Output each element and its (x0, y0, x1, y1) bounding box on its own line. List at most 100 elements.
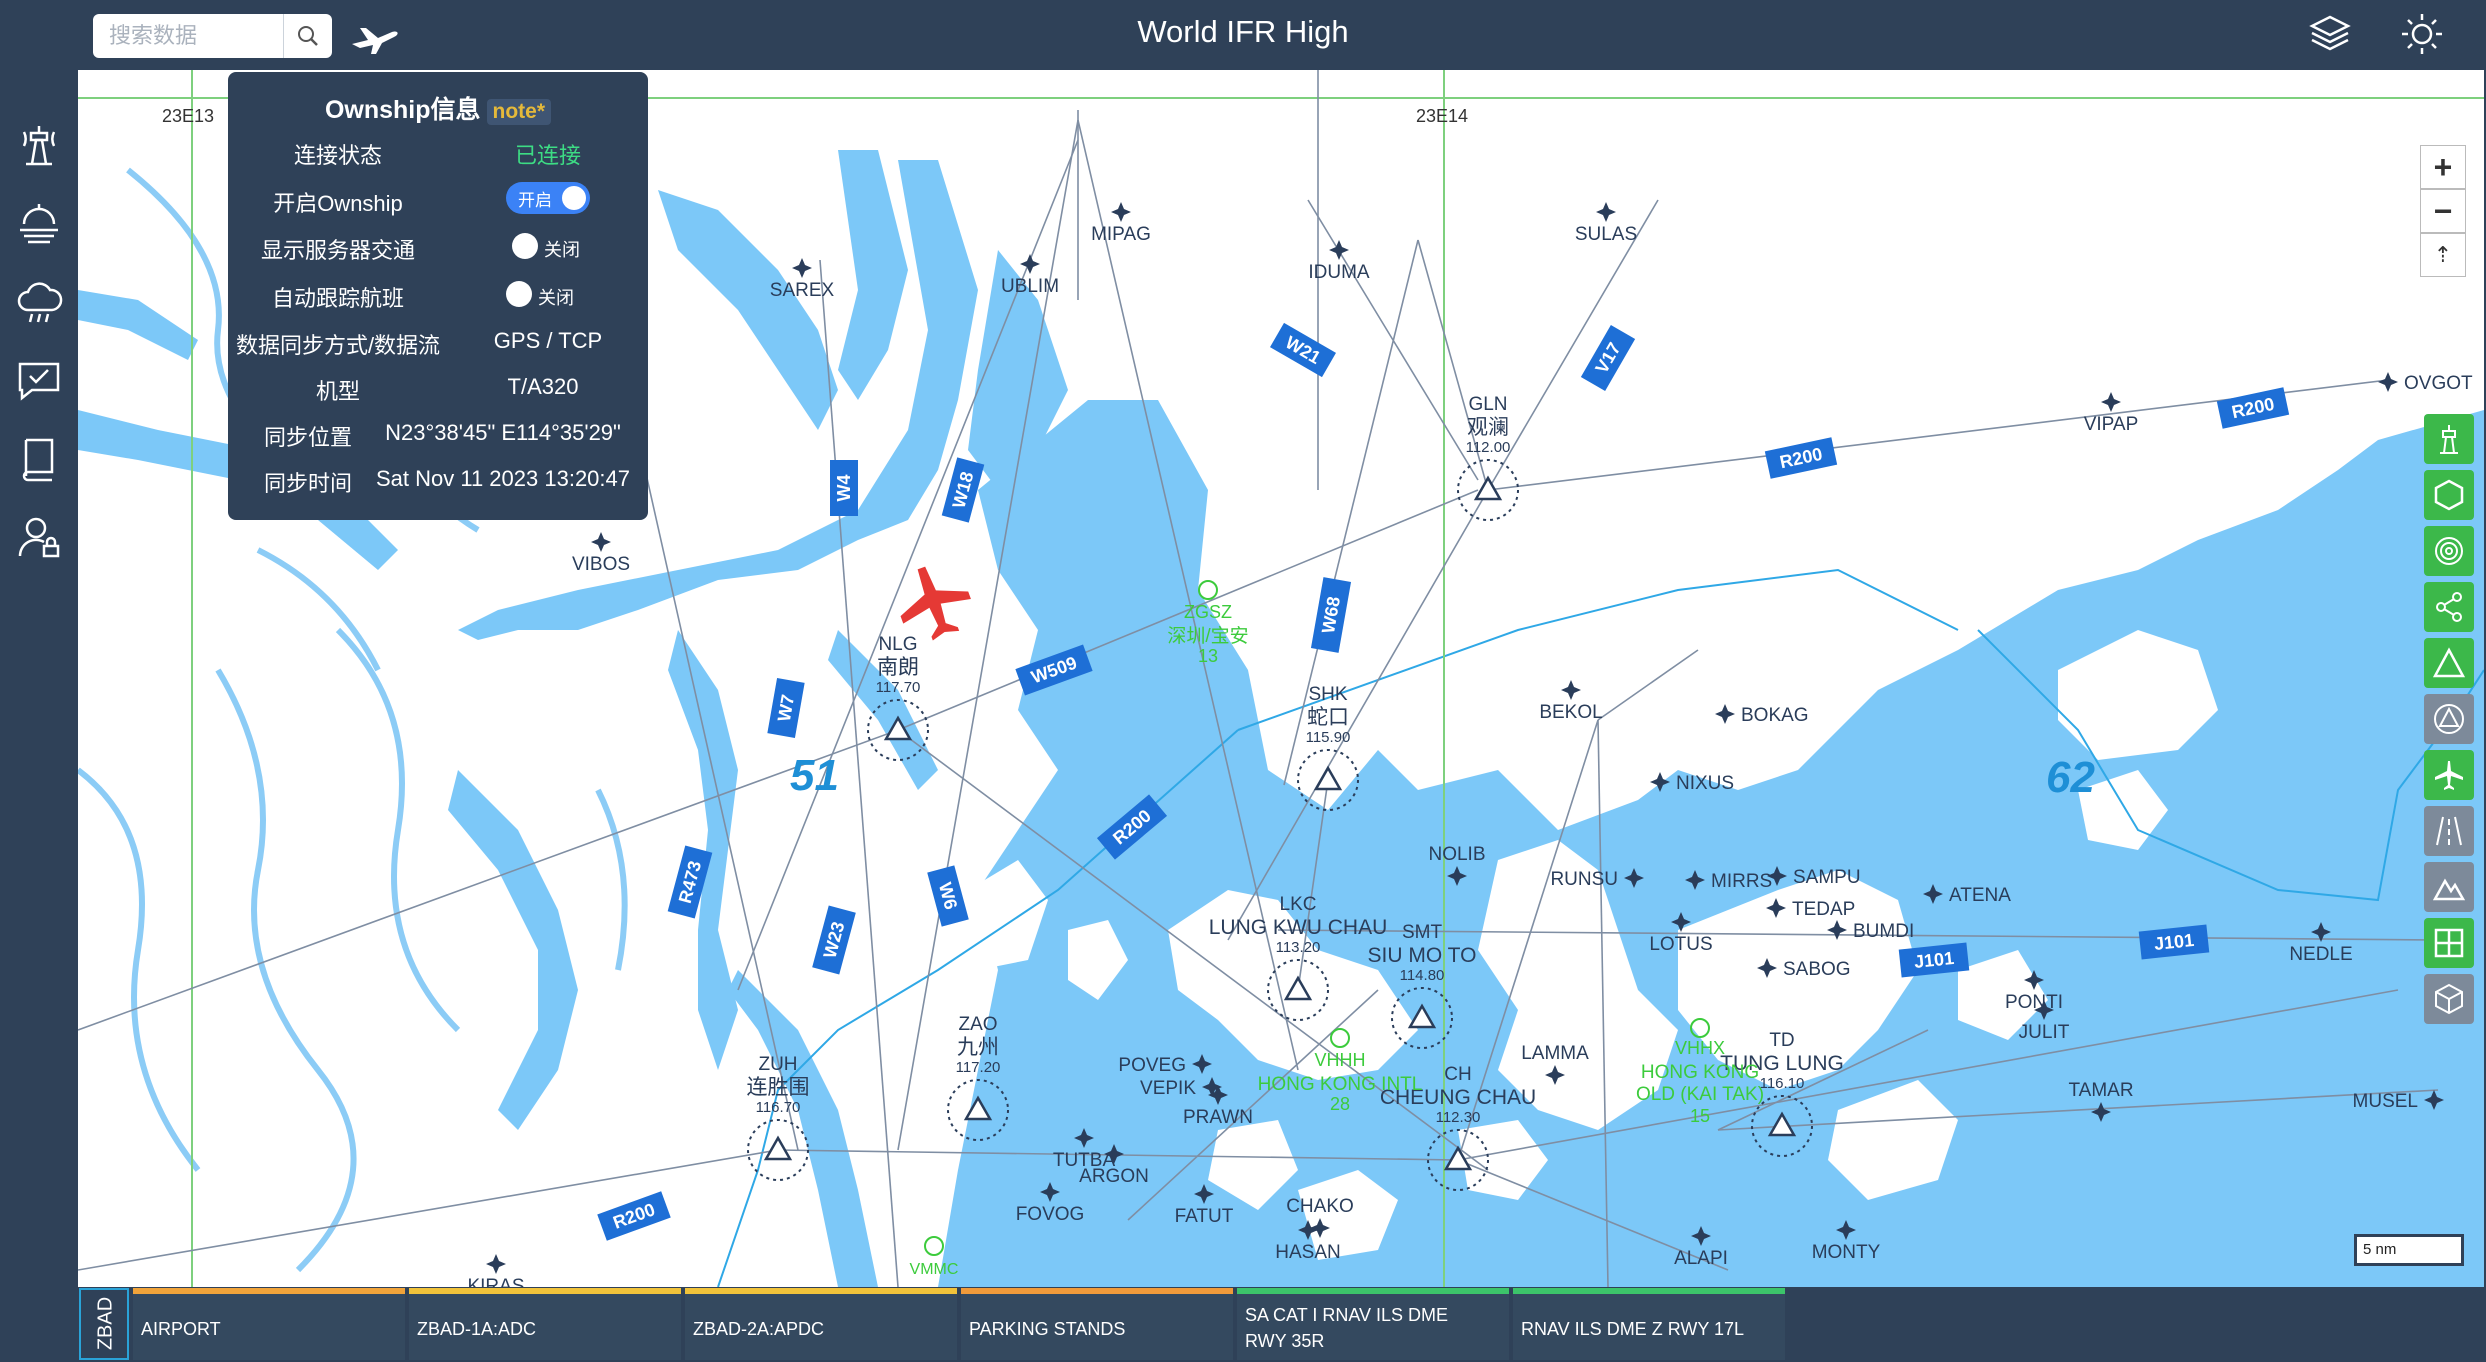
hexagon-icon (2434, 479, 2464, 511)
fix-label-fovog: FOVOG (1016, 1204, 1085, 1225)
fix-label-mipag: MIPAG (1091, 224, 1151, 245)
tool-3d[interactable] (2424, 974, 2474, 1024)
tab-adc[interactable]: ZBAD-1A:ADC (409, 1288, 681, 1360)
navaid-zao-label-0: ZAO (958, 1014, 997, 1035)
fix-bekol-icon[interactable] (1561, 680, 1581, 700)
flight-button[interactable] (346, 14, 402, 58)
toggle-knob (512, 233, 538, 259)
navaid-lkc-label-0: LKC (1280, 894, 1317, 915)
tab-label-line2: RWY 35R (1245, 1331, 1325, 1351)
fix-label-ponti: PONTI (2005, 992, 2063, 1013)
airport-code: ZBAD (94, 1296, 117, 1351)
tool-terrain[interactable] (2424, 862, 2474, 912)
theme-button[interactable] (2398, 10, 2446, 58)
sun-icon (2402, 14, 2442, 54)
circle-triangle-icon (2434, 704, 2464, 734)
search-button[interactable] (283, 14, 332, 58)
layers-button[interactable] (2308, 12, 2352, 56)
sidebar-item-user[interactable] (14, 512, 64, 562)
fix-label-mirrs: MIRRS (1711, 871, 1772, 892)
airport-ZGSZ-id: ZGSZ (1184, 602, 1232, 622)
tool-triangle[interactable] (2424, 638, 2474, 688)
ownship-title-text: Ownship信息 (324, 96, 481, 124)
navaid-shk-label-0: SHK (1308, 684, 1347, 705)
sidebar-item-tower[interactable] (14, 120, 64, 170)
airport-VHHH-num: 28 (1330, 1094, 1350, 1114)
tab-apdc[interactable]: ZBAD-2A:APDC (685, 1288, 957, 1360)
fix-ublim-icon[interactable] (1020, 254, 1040, 274)
navaid-td-label-0: TD (1769, 1030, 1794, 1051)
fix-vipap-icon[interactable] (2101, 392, 2121, 412)
fix-label-sarex: SAREX (770, 280, 835, 301)
tab-label: ZBAD-1A:ADC (417, 1319, 537, 1339)
sync-mode-value: GPS / TCP (493, 328, 603, 353)
navaid-smt-label-1: SIU MO TO (1368, 944, 1477, 967)
top-bar: World IFR High (0, 0, 2486, 70)
fix-label-sampu: SAMPU (1793, 867, 1861, 888)
navaid-zao-label-1: 九州 (957, 1036, 999, 1059)
tab-color-bar (1513, 1288, 1785, 1294)
fix-vibos-icon[interactable] (591, 532, 611, 552)
tower-icon (2440, 425, 2458, 454)
row-label: 同步时间 (263, 471, 352, 496)
user-icon (18, 517, 60, 558)
fix-label-vibos: VIBOS (572, 554, 630, 575)
fix-kiras-icon[interactable] (486, 1254, 506, 1274)
tab-color-bar (1237, 1288, 1509, 1294)
navaid-gln-label-0: GLN (1468, 394, 1507, 415)
weather-icon (20, 204, 58, 244)
row-sync-mode: 数据同步方式/数据流 GPS / TCP (228, 328, 648, 368)
sidebar-item-messages[interactable] (14, 356, 64, 406)
fix-bokag-icon[interactable] (1715, 704, 1735, 724)
toggle-text: 关闭 (544, 240, 580, 260)
sidebar-item-weather[interactable] (14, 200, 64, 250)
tool-target[interactable] (2424, 526, 2474, 576)
navaid-zuh-label-2: 116.70 (756, 1099, 801, 1116)
tab-label-line1: SA CAT I RNAV ILS DME (1245, 1305, 1449, 1325)
tool-vor[interactable] (2424, 694, 2474, 744)
ownship-toggle[interactable]: 开启 (506, 182, 590, 214)
cube-icon (2435, 983, 2463, 1015)
fix-label-musel: MUSEL (2353, 1091, 2418, 1112)
fix-sarex-icon[interactable] (792, 258, 812, 278)
tab-ils-35r[interactable]: SA CAT I RNAV ILS DME RWY 35R (1237, 1288, 1509, 1360)
row-label: 机型 (315, 379, 360, 404)
fix-ovgot-icon[interactable] (2378, 372, 2398, 392)
toggle-text: 开启 (518, 191, 552, 210)
tool-grid[interactable] (2424, 918, 2474, 968)
tool-share[interactable] (2424, 582, 2474, 632)
server-traffic-toggle[interactable]: 关闭 (512, 233, 602, 263)
tool-airplane[interactable] (2424, 750, 2474, 800)
airport-code-tab[interactable]: ZBAD (79, 1288, 129, 1360)
tab-ils-17l[interactable]: RNAV ILS DME Z RWY 17L (1513, 1288, 1785, 1360)
auto-track-toggle[interactable]: 关闭 (506, 281, 596, 311)
fix-sulas-icon[interactable] (1596, 202, 1616, 222)
fix-label-lotus: LOTUS (1649, 934, 1712, 955)
fix-label-alapi: ALAPI (1674, 1248, 1728, 1269)
sidebar-item-documents[interactable] (14, 434, 64, 484)
tool-tower[interactable] (2424, 414, 2474, 464)
reset-north-button[interactable]: ⇡ (2420, 233, 2466, 277)
search-input[interactable] (93, 14, 283, 58)
note-badge[interactable]: note* (486, 99, 552, 125)
tab-parking-stands[interactable]: PARKING STANDS (961, 1288, 1233, 1360)
runway-icon (2436, 816, 2462, 846)
tool-hexagon[interactable] (2424, 470, 2474, 520)
search-icon (298, 26, 318, 46)
tab-airport[interactable]: AIRPORT (133, 1288, 405, 1360)
zoom-out-button[interactable]: − (2420, 189, 2466, 233)
fix-mipag-icon[interactable] (1111, 202, 1131, 222)
navaid-zuh-label-1: 连胜围 (747, 1076, 810, 1099)
navaid-zuh-icon[interactable] (763, 1135, 793, 1161)
zoom-in-button[interactable]: + (2420, 145, 2466, 189)
tab-label: PARKING STANDS (969, 1319, 1126, 1339)
fix-label-julit: JULIT (2019, 1022, 2070, 1043)
target-icon (2435, 537, 2463, 565)
navaid-gln-label-2: 112.00 (1466, 439, 1511, 456)
fix-iduma-icon[interactable] (1329, 240, 1349, 260)
tool-runway[interactable] (2424, 806, 2474, 856)
tab-label: RNAV ILS DME Z RWY 17L (1521, 1319, 1745, 1339)
fix-label-kiras: KIRAS (467, 1276, 524, 1287)
sidebar-item-precipitation[interactable] (14, 278, 64, 328)
navaid-shk-icon[interactable] (1313, 765, 1343, 791)
